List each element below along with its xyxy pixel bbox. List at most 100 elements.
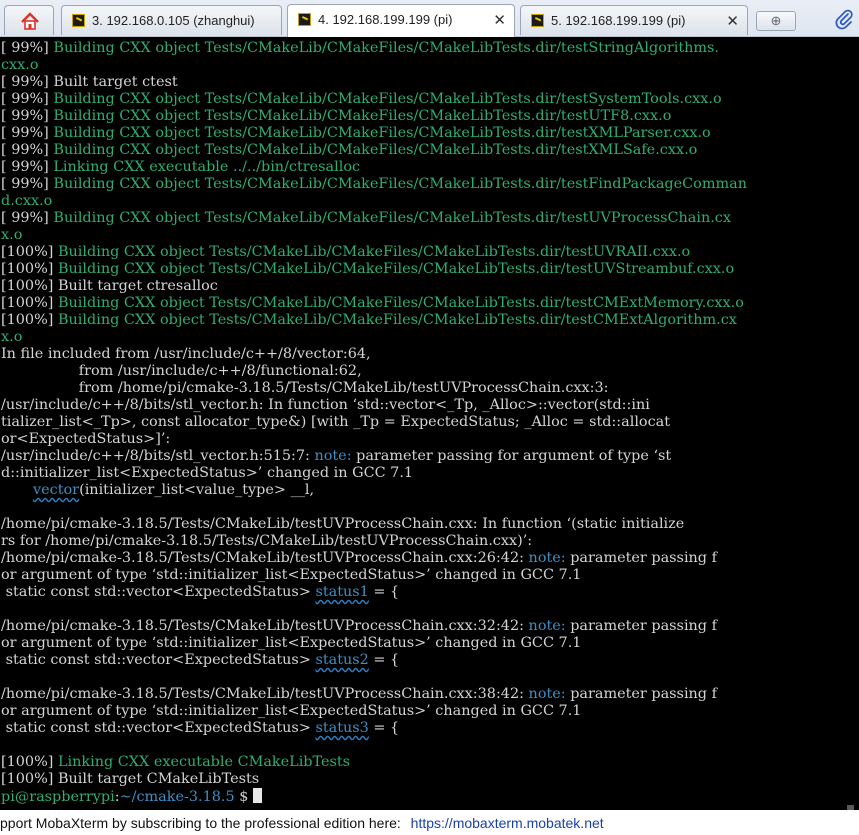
terminal-segment: note: bbox=[528, 686, 566, 702]
terminal-segment: or<ExpectedStatus>]’: bbox=[1, 431, 171, 447]
terminal-segment: or argument of type ‘std::initializer_li… bbox=[1, 567, 582, 583]
terminal-segment: note: bbox=[314, 448, 352, 464]
terminal-segment: [100%] bbox=[1, 312, 58, 328]
tab-label: 5. 192.168.199.199 (pi) bbox=[551, 13, 686, 28]
terminal-line: x.o bbox=[1, 329, 22, 345]
terminal-segment: [ 99%] bbox=[1, 125, 54, 141]
terminal-segment: parameter passing for argument of type ‘… bbox=[351, 448, 672, 464]
terminal-segment: /usr/include/c++/8/bits/stl_vector.h:515… bbox=[1, 448, 315, 464]
tab-session-3[interactable]: 3. 192.168.0.105 (zhanghui) bbox=[61, 5, 282, 35]
terminal-segment: static const std::vector<ExpectedStatus> bbox=[1, 584, 316, 600]
terminal-segment: In file included from /usr/include/c++/8… bbox=[1, 346, 371, 362]
terminal-segment: [100%] Built target ctresalloc bbox=[1, 278, 218, 294]
terminal-line: [100%] Built target CMakeLibTests bbox=[1, 771, 259, 787]
terminal-line: [100%] Building CXX object Tests/CMakeLi… bbox=[1, 312, 737, 328]
close-icon[interactable]: ✕ bbox=[726, 12, 739, 30]
prompt-user: pi@raspberrypi bbox=[1, 789, 115, 805]
terminal-segment: [ 99%] bbox=[1, 210, 54, 226]
terminal-line: [ 99%] Building CXX object Tests/CMakeLi… bbox=[1, 125, 711, 141]
terminal-segment: /home/pi/cmake-3.18.5/Tests/CMakeLib/tes… bbox=[1, 516, 685, 532]
terminal-line: x.o bbox=[1, 227, 22, 243]
home-button[interactable] bbox=[4, 5, 54, 35]
terminal-segment: Building CXX object Tests/CMakeLib/CMake… bbox=[53, 40, 719, 56]
terminal-segment: [ 99%] Built target ctest bbox=[1, 74, 178, 90]
terminal-segment: = { bbox=[368, 584, 400, 600]
terminal-line: tializer_list<_Tp>, const allocator_type… bbox=[1, 414, 670, 430]
terminal-segment bbox=[1, 482, 33, 498]
terminal-segment: x.o bbox=[1, 227, 23, 243]
terminal-segment: parameter passing f bbox=[565, 618, 717, 634]
terminal-segment: /home/pi/cmake-3.18.5/Tests/CMakeLib/tes… bbox=[1, 618, 529, 634]
terminal-segment: [100%] Built target CMakeLibTests bbox=[1, 771, 260, 787]
terminal-segment: tializer_list<_Tp>, const allocator_type… bbox=[1, 414, 671, 430]
terminal-line: [100%] Building CXX object Tests/CMakeLi… bbox=[1, 295, 744, 311]
terminal-line: [100%] Building CXX object Tests/CMakeLi… bbox=[1, 244, 690, 260]
terminal-tab-icon bbox=[72, 14, 85, 27]
terminal-segment: Linking CXX executable ../../bin/ctresal… bbox=[53, 159, 361, 175]
terminal-segment: parameter passing f bbox=[565, 686, 717, 702]
terminal-line: /home/pi/cmake-3.18.5/Tests/CMakeLib/tes… bbox=[1, 686, 717, 702]
terminal-line: [ 99%] Linking CXX executable ../../bin/… bbox=[1, 159, 360, 175]
text-cursor bbox=[252, 788, 262, 803]
terminal-output[interactable]: [ 99%] Building CXX object Tests/CMakeLi… bbox=[0, 37, 859, 810]
terminal-tab-icon bbox=[298, 13, 311, 26]
terminal-segment: [100%] bbox=[1, 754, 58, 770]
terminal-line: or argument of type ‘std::initializer_li… bbox=[1, 703, 581, 719]
shell-prompt[interactable]: pi@raspberrypi:~/cmake-3.18.5 $ bbox=[1, 788, 262, 805]
terminal-line: [ 99%] Building CXX object Tests/CMakeLi… bbox=[1, 176, 747, 192]
home-icon bbox=[21, 12, 39, 30]
terminal-segment: /usr/include/c++/8/bits/stl_vector.h: In… bbox=[1, 397, 650, 413]
terminal-line: [100%] Linking CXX executable CMakeLibTe… bbox=[1, 754, 350, 770]
tab-label: 3. 192.168.0.105 (zhanghui) bbox=[92, 13, 255, 28]
terminal-segment: Building CXX object Tests/CMakeLib/CMake… bbox=[53, 91, 722, 107]
tab-session-4[interactable]: 4. 192.168.199.199 (pi) ✕ bbox=[287, 4, 515, 37]
terminal-segment: Building CXX object Tests/CMakeLib/CMake… bbox=[57, 244, 691, 260]
status-bar: pport MobaXterm by subscribing to the pr… bbox=[0, 810, 859, 835]
terminal-segment: status1 bbox=[315, 584, 369, 600]
terminal-tab-icon bbox=[531, 14, 544, 27]
terminal-segment: from /usr/include/c++/8/functional:62, bbox=[1, 363, 362, 379]
terminal-line: static const std::vector<ExpectedStatus>… bbox=[1, 584, 400, 600]
terminal-segment: = { bbox=[368, 652, 400, 668]
terminal-segment: from /home/pi/cmake-3.18.5/Tests/CMakeLi… bbox=[1, 380, 609, 396]
terminal-line: In file included from /usr/include/c++/8… bbox=[1, 346, 371, 362]
tab-label: 4. 192.168.199.199 (pi) bbox=[318, 12, 453, 27]
terminal-segment: [ 99%] bbox=[1, 142, 54, 158]
terminal-line: or argument of type ‘std::initializer_li… bbox=[1, 567, 581, 583]
terminal-line: [100%] Building CXX object Tests/CMakeLi… bbox=[1, 261, 734, 277]
tab-session-5[interactable]: 5. 192.168.199.199 (pi) ✕ bbox=[520, 5, 748, 35]
terminal-line: or argument of type ‘std::initializer_li… bbox=[1, 635, 581, 651]
terminal-line: cxx.o bbox=[1, 57, 39, 73]
terminal-segment: Building CXX object Tests/CMakeLib/CMake… bbox=[53, 176, 747, 192]
terminal-line: from /home/pi/cmake-3.18.5/Tests/CMakeLi… bbox=[1, 380, 609, 396]
terminal-segment: Building CXX object Tests/CMakeLib/CMake… bbox=[57, 312, 737, 328]
terminal-line: /usr/include/c++/8/bits/stl_vector.h: In… bbox=[1, 397, 650, 413]
terminal-segment: status3 bbox=[315, 720, 369, 736]
terminal-segment: or argument of type ‘std::initializer_li… bbox=[1, 635, 582, 651]
paperclip-icon[interactable] bbox=[833, 8, 855, 30]
status-link[interactable]: https://mobaxterm.mobatek.net bbox=[411, 815, 604, 831]
terminal-segment: vector bbox=[33, 482, 80, 498]
terminal-segment: [ 99%] bbox=[1, 108, 54, 124]
terminal-line: /home/pi/cmake-3.18.5/Tests/CMakeLib/tes… bbox=[1, 550, 717, 566]
terminal-line: /usr/include/c++/8/bits/stl_vector.h:515… bbox=[1, 448, 671, 464]
terminal-segment: Building CXX object Tests/CMakeLib/CMake… bbox=[57, 295, 744, 311]
terminal-segment: Building CXX object Tests/CMakeLib/CMake… bbox=[53, 142, 698, 158]
terminal-segment: Building CXX object Tests/CMakeLib/CMake… bbox=[53, 108, 672, 124]
terminal-segment: [100%] bbox=[1, 244, 58, 260]
terminal-segment: Building CXX object Tests/CMakeLib/CMake… bbox=[53, 125, 711, 141]
terminal-line: [ 99%] Building CXX object Tests/CMakeLi… bbox=[1, 142, 697, 158]
terminal-segment: x.o bbox=[1, 329, 23, 345]
terminal-line: [ 99%] Building CXX object Tests/CMakeLi… bbox=[1, 40, 719, 56]
terminal-segment: d::initializer_list<ExpectedStatus>’ cha… bbox=[1, 465, 414, 481]
new-tab-button[interactable]: ⊕ bbox=[756, 11, 796, 31]
prompt-symbol: $ bbox=[234, 789, 253, 805]
close-icon[interactable]: ✕ bbox=[493, 11, 506, 29]
terminal-line: [ 99%] Building CXX object Tests/CMakeLi… bbox=[1, 210, 731, 226]
terminal-line: vector(initializer_list<value_type> __l, bbox=[1, 482, 314, 498]
terminal-line: from /usr/include/c++/8/functional:62, bbox=[1, 363, 362, 379]
terminal-segment: Building CXX object Tests/CMakeLib/CMake… bbox=[53, 210, 731, 226]
prompt-path: ~/cmake-3.18.5 bbox=[119, 789, 235, 805]
terminal-segment: static const std::vector<ExpectedStatus> bbox=[1, 720, 316, 736]
terminal-segment: [ 99%] bbox=[1, 176, 54, 192]
